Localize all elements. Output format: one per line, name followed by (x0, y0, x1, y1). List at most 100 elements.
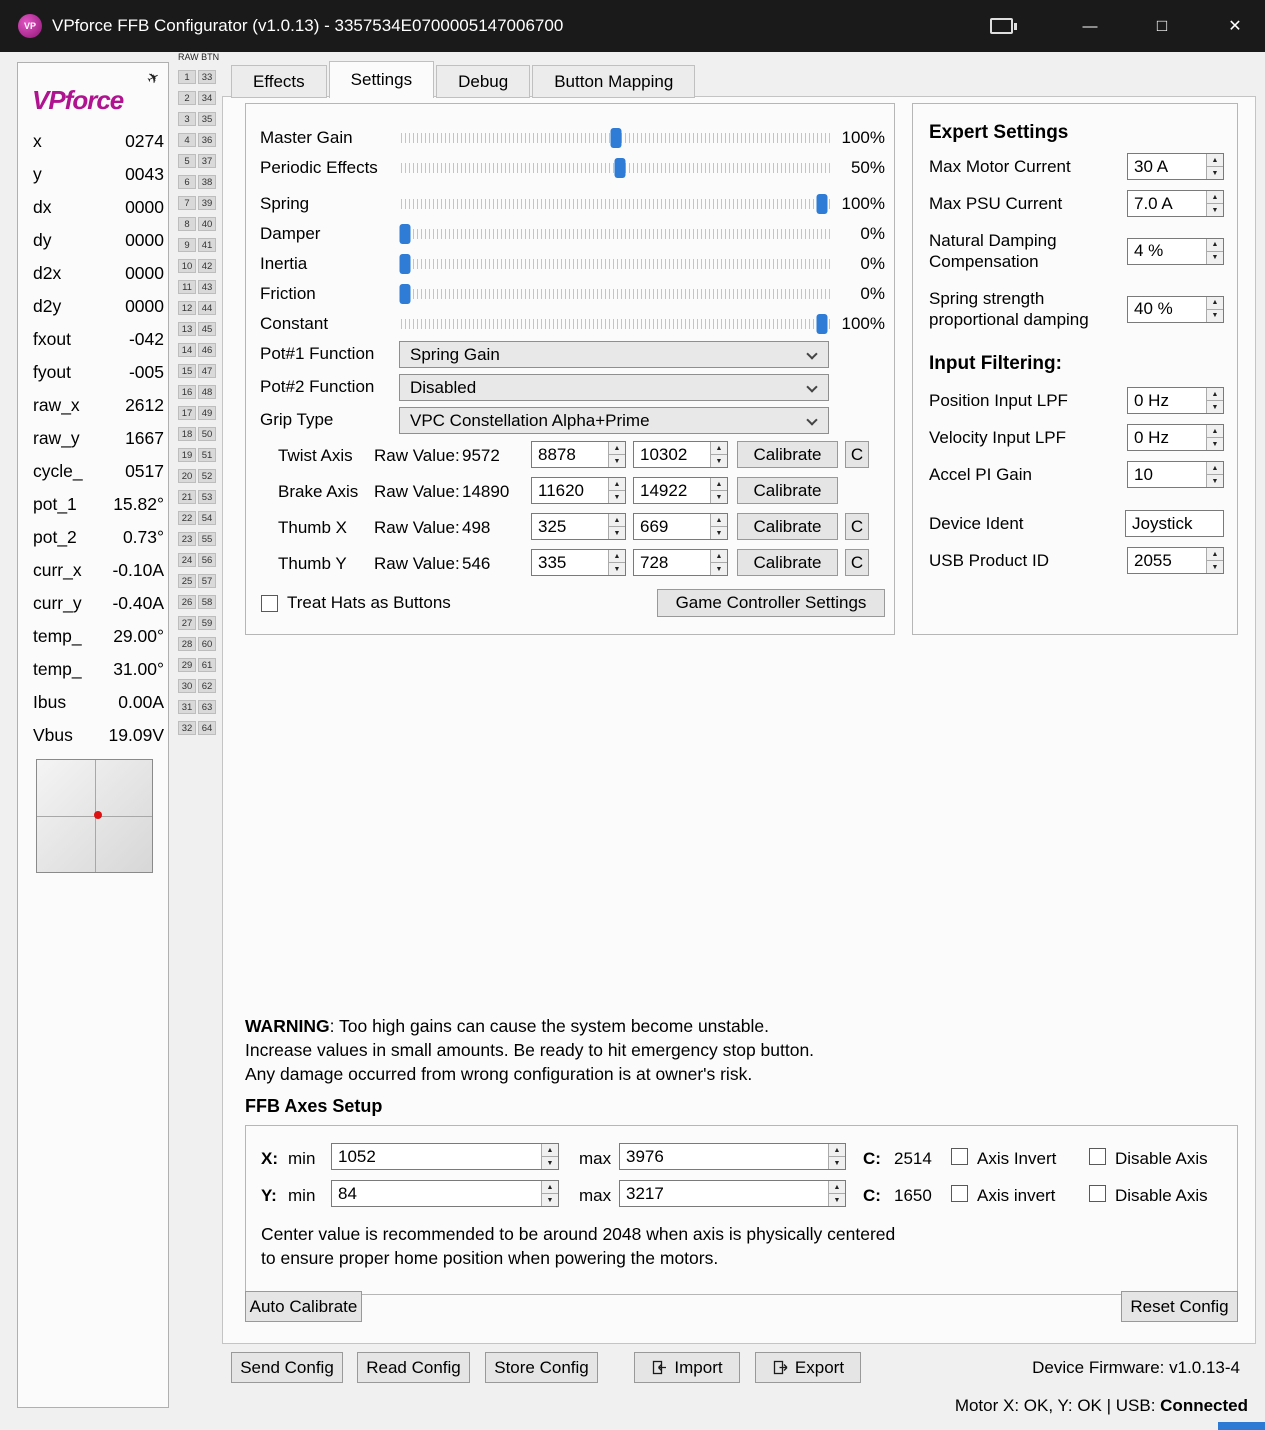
tab-debug[interactable]: Debug (436, 65, 531, 98)
axis-invert-checkbox[interactable] (951, 1185, 968, 1202)
inertia-slider[interactable] (399, 253, 831, 275)
spin-down-button[interactable]: ▼ (711, 455, 727, 467)
spin-down-button[interactable]: ▼ (609, 491, 625, 503)
spin-down-button[interactable]: ▼ (542, 1194, 558, 1206)
spinner-value[interactable]: 11620 (532, 478, 608, 503)
spinner-value[interactable]: 3976 (620, 1144, 828, 1169)
disable-axis-checkbox[interactable] (1089, 1185, 1106, 1202)
game-controller-settings-button[interactable]: Game Controller Settings (657, 589, 885, 617)
spinner-value[interactable]: 335 (532, 550, 608, 575)
spin-up-button[interactable]: ▲ (1207, 425, 1223, 438)
spin-up-button[interactable]: ▲ (1207, 191, 1223, 204)
twist-axis-min-input[interactable]: 8878 ▲ ▼ (531, 441, 626, 468)
tab-settings[interactable]: Settings (328, 61, 435, 98)
spring-strength-proportional-damping-input[interactable]: 40 % ▲ ▼ (1127, 295, 1224, 323)
ffb-x-min-input[interactable]: 1052 ▲ ▼ (331, 1143, 559, 1170)
send-config-button[interactable]: Send Config (231, 1352, 343, 1383)
damper-slider[interactable] (399, 223, 831, 245)
spin-up-button[interactable]: ▲ (1207, 462, 1223, 475)
spin-up-button[interactable]: ▲ (711, 442, 727, 455)
spin-up-button[interactable]: ▲ (609, 442, 625, 455)
spin-down-button[interactable]: ▼ (609, 527, 625, 539)
spin-up-button[interactable]: ▲ (1207, 388, 1223, 401)
battery-icon[interactable] (990, 18, 1017, 34)
spin-down-button[interactable]: ▼ (1207, 475, 1223, 487)
spinner-value[interactable]: 4 % (1128, 239, 1206, 264)
thumb-y-min-input[interactable]: 335 ▲ ▼ (531, 549, 626, 576)
master-gain-slider[interactable] (401, 127, 831, 149)
spinner-value[interactable]: 30 A (1128, 154, 1206, 179)
friction-slider[interactable] (399, 283, 831, 305)
disable-axis-checkbox[interactable] (1089, 1148, 1106, 1165)
tab-button-mapping[interactable]: Button Mapping (532, 65, 696, 98)
spinner-value[interactable]: 14922 (634, 478, 710, 503)
max-psu-current-input[interactable]: 7.0 A ▲ ▼ (1127, 190, 1224, 217)
spinner-value[interactable]: 669 (634, 514, 710, 539)
spin-up-button[interactable]: ▲ (829, 1181, 845, 1194)
spinner-value[interactable]: 10 (1128, 462, 1206, 487)
spin-up-button[interactable]: ▲ (1207, 296, 1223, 310)
treat-hats-checkbox[interactable] (261, 594, 278, 612)
spin-down-button[interactable]: ▼ (609, 455, 625, 467)
spinner-value[interactable]: 8878 (532, 442, 608, 467)
twist-axis-calibrate-button[interactable]: Calibrate (737, 441, 838, 468)
axis-invert-checkbox[interactable] (951, 1148, 968, 1165)
ffb-y-min-input[interactable]: 84 ▲ ▼ (331, 1180, 559, 1207)
spin-up-button[interactable]: ▲ (609, 514, 625, 527)
periodic-effects-slider[interactable] (401, 157, 831, 179)
grip-type-combo[interactable]: VPC Constellation Alpha+Prime (399, 407, 829, 434)
thumb-y-c-button[interactable]: C (845, 549, 869, 576)
spin-down-button[interactable]: ▼ (1207, 401, 1223, 413)
slider-handle[interactable] (610, 128, 622, 148)
spin-up-button[interactable]: ▲ (1207, 154, 1223, 167)
maximize-button[interactable]: □ (1132, 0, 1192, 52)
natural-damping-compensation-input[interactable]: 4 % ▲ ▼ (1127, 237, 1224, 265)
store-config-button[interactable]: Store Config (485, 1352, 598, 1383)
brake-axis-max-input[interactable]: 14922 ▲ ▼ (633, 477, 728, 504)
slider-handle[interactable] (399, 254, 411, 274)
reset-config-button[interactable]: Reset Config (1121, 1291, 1238, 1322)
spinner-value[interactable]: 1052 (332, 1144, 541, 1169)
spin-down-button[interactable]: ▼ (1207, 204, 1223, 216)
usb-product-id-input[interactable]: 2055 ▲ ▼ (1127, 547, 1224, 574)
spring-slider[interactable] (401, 193, 831, 215)
spin-down-button[interactable]: ▼ (1207, 561, 1223, 573)
slider-handle[interactable] (399, 284, 411, 304)
spinner-value[interactable]: 84 (332, 1181, 541, 1206)
constant-slider[interactable] (401, 313, 831, 335)
pot-2-function-combo[interactable]: Disabled (399, 374, 829, 401)
spin-down-button[interactable]: ▼ (829, 1194, 845, 1206)
thumb-x-calibrate-button[interactable]: Calibrate (737, 513, 838, 540)
brake-axis-min-input[interactable]: 11620 ▲ ▼ (531, 477, 626, 504)
accel-pi-gain-input[interactable]: 10 ▲ ▼ (1127, 461, 1224, 488)
spinner-value[interactable]: 2055 (1128, 548, 1206, 573)
spin-down-button[interactable]: ▼ (609, 563, 625, 575)
import-button[interactable]: Import (634, 1352, 740, 1383)
spinner-value[interactable]: 0 Hz (1128, 388, 1206, 413)
slider-handle[interactable] (614, 158, 626, 178)
spin-down-button[interactable]: ▼ (1207, 251, 1223, 264)
spin-down-button[interactable]: ▼ (711, 491, 727, 503)
spin-down-button[interactable]: ▼ (1207, 438, 1223, 450)
spin-up-button[interactable]: ▲ (711, 514, 727, 527)
spin-up-button[interactable]: ▲ (1207, 548, 1223, 561)
thumb-x-c-button[interactable]: C (845, 513, 869, 540)
auto-calibrate-button[interactable]: Auto Calibrate (245, 1291, 362, 1322)
spin-up-button[interactable]: ▲ (711, 550, 727, 563)
twist-axis-max-input[interactable]: 10302 ▲ ▼ (633, 441, 728, 468)
velocity-input-lpf-input[interactable]: 0 Hz ▲ ▼ (1127, 424, 1224, 451)
read-config-button[interactable]: Read Config (357, 1352, 470, 1383)
thumb-y-calibrate-button[interactable]: Calibrate (737, 549, 838, 576)
ffb-y-max-input[interactable]: 3217 ▲ ▼ (619, 1180, 846, 1207)
spin-up-button[interactable]: ▲ (711, 478, 727, 491)
spin-up-button[interactable]: ▲ (609, 550, 625, 563)
spin-up-button[interactable]: ▲ (1207, 238, 1223, 252)
spinner-value[interactable]: 325 (532, 514, 608, 539)
export-button[interactable]: Export (755, 1352, 861, 1383)
brake-axis-calibrate-button[interactable]: Calibrate (737, 477, 838, 504)
spin-down-button[interactable]: ▼ (1207, 167, 1223, 179)
spinner-value[interactable]: 10302 (634, 442, 710, 467)
tab-effects[interactable]: Effects (231, 65, 327, 98)
thumb-x-max-input[interactable]: 669 ▲ ▼ (633, 513, 728, 540)
spin-down-button[interactable]: ▼ (711, 527, 727, 539)
